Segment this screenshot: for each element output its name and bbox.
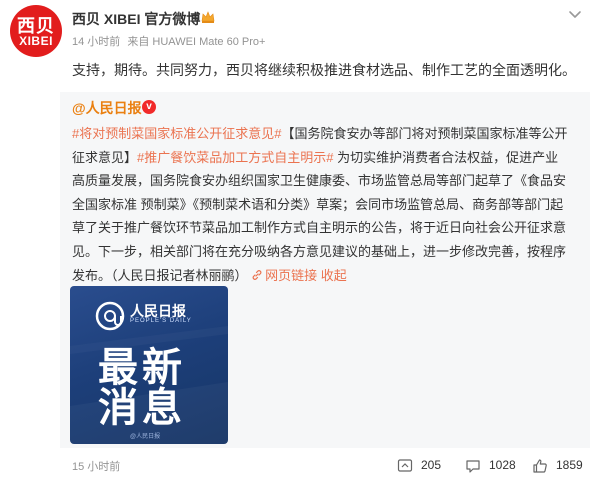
repost-line-4: 全国家标准 预制菜》《预制菜术语和分类》草案；会同市场监管总局、商务部等部门起 <box>72 196 564 212</box>
web-link-label: 网页链接 <box>265 267 318 283</box>
hashtag-disclosure[interactable]: #推广餐饮菜品加工方式自主明示# <box>137 150 333 165</box>
comment-count: 1028 <box>489 458 516 472</box>
post-source: 来自 HUAWEI Mate 60 Pro+ <box>127 36 266 48</box>
thumbnail-headline-2: 消息 <box>98 385 186 431</box>
post-time[interactable]: 14 小时前 <box>72 36 120 48</box>
repost-icon <box>397 459 413 472</box>
repost-author[interactable]: @人民日报 <box>72 98 142 118</box>
repost-line-3: 高质量发展，国务院食安办组织国家卫生健康委、市场监管总局等部门起草了《食品安 <box>72 173 567 189</box>
crown-icon <box>201 11 215 23</box>
repost-time[interactable]: 15 小时前 <box>72 458 120 474</box>
news-thumbnail[interactable]: 人民日报 PEOPLE'S DAILY 最新 消息 @人民日报 <box>70 286 228 444</box>
repost-line-2-rest: 为切实维护消费者合法权益，促进产业 <box>333 149 559 165</box>
thumbnail-artwork: 人民日报 PEOPLE'S DAILY 最新 消息 @人民日报 <box>70 286 228 444</box>
thumbnail-brand-en: PEOPLE'S DAILY <box>130 318 192 324</box>
hashtag-standard[interactable]: #将对预制菜国家标准公开征求意见# <box>72 126 281 141</box>
repost-line-2-start: 征求意见】 <box>72 149 138 165</box>
repost-line-1-rest: 【国务院食安办等部门将对预制菜国家标准等公开 <box>281 126 568 141</box>
avatar-text-bottom: XIBEI <box>19 34 53 48</box>
comment-button[interactable]: 1028 <box>465 456 535 476</box>
post-text: 支持，期待。共同努力，西贝将继续积极推进食材选品、制作工艺的全面透明化。 <box>72 62 576 78</box>
thumbnail-footer: @人民日报 <box>130 434 161 440</box>
author-name[interactable]: 西贝 XIBEI 官方微博 <box>72 9 200 29</box>
weibo-post-card: 西贝 XIBEI 西贝 XIBEI 官方微博 14 小时前 来自 HUAWEI … <box>0 0 600 490</box>
repost-line-6: 见。下一步，相关部门将在充分吸纳各方意见建议的基础上，进一步修改完善，按程序 <box>72 243 567 259</box>
comment-icon <box>466 460 480 473</box>
post-meta: 14 小时前 来自 HUAWEI Mate 60 Pro+ <box>72 33 269 49</box>
thumbnail-headline-1: 最新 <box>98 345 186 391</box>
reposted-content: @人民日报 v #将对预制菜国家标准公开征求意见#【国务院食安办等部门将对预制菜… <box>60 92 590 448</box>
repost-text: #将对预制菜国家标准公开征求意见#【国务院食安办等部门将对预制菜国家标准等公开 … <box>72 122 587 287</box>
link-icon <box>252 269 262 280</box>
thumbs-up-icon <box>533 459 547 473</box>
repost-line-7-text: 发布。（人民日报记者林丽鹂） <box>72 267 248 283</box>
collapse-link[interactable]: 收起 <box>321 268 347 283</box>
web-link[interactable]: 网页链接 <box>251 268 317 283</box>
like-count: 1859 <box>556 458 583 472</box>
repost-line-5: 草了关于推广餐饮环节菜品加工制作方式自主明示的公告，将于近日向社会公开征求意 <box>72 220 567 236</box>
v-badge-icon: v <box>142 100 156 114</box>
repost-count: 205 <box>421 458 442 472</box>
like-button[interactable]: 1859 <box>532 456 592 476</box>
repost-button[interactable]: 205 <box>397 456 457 476</box>
chevron-down-icon[interactable] <box>564 6 586 24</box>
avatar[interactable]: 西贝 XIBEI <box>10 5 62 57</box>
repost-line-7: 发布。（人民日报记者林丽鹂） 网页链接 收起 <box>72 264 587 288</box>
repost-line-2: 征求意见】#推广餐饮菜品加工方式自主明示# 为切实维护消费者合法权益，促进产业 <box>72 146 587 170</box>
repost-line-1: #将对预制菜国家标准公开征求意见#【国务院食安办等部门将对预制菜国家标准等公开 <box>72 122 587 146</box>
